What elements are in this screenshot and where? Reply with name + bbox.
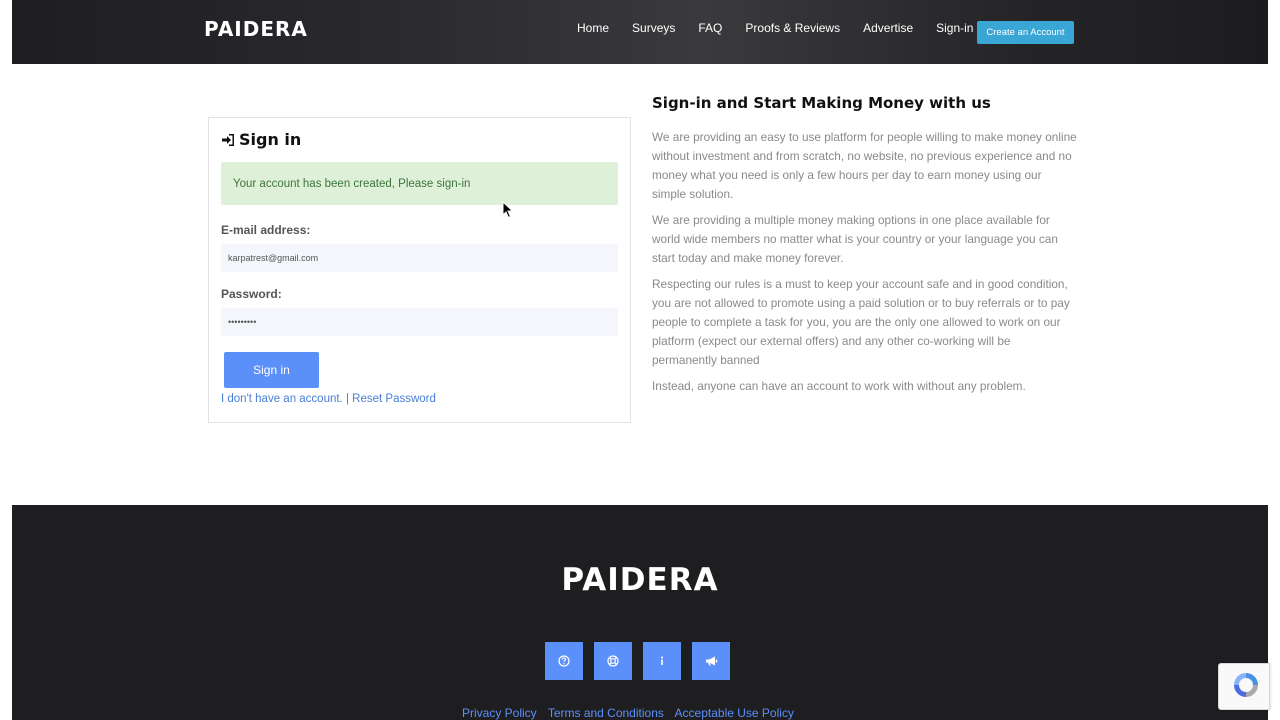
terms-link[interactable]: Terms and Conditions bbox=[548, 706, 664, 720]
mouse-cursor-icon bbox=[502, 201, 514, 219]
main-nav: Home Surveys FAQ Proofs & Reviews Advert… bbox=[577, 20, 996, 36]
info-paragraph: We are providing a multiple money making… bbox=[652, 213, 1058, 265]
link-separator: | bbox=[342, 393, 353, 405]
no-account-link[interactable]: I don't have an account. bbox=[221, 393, 343, 405]
nav-proofs-reviews[interactable]: Proofs & Reviews bbox=[745, 20, 840, 36]
info-paragraph: Respecting our rules is a must to keep y… bbox=[652, 277, 1070, 367]
signin-links: I don't have an account. | Reset Passwor… bbox=[221, 393, 436, 405]
email-label: E-mail address: bbox=[221, 223, 311, 237]
recaptcha-icon bbox=[1234, 673, 1258, 697]
info-paragraph: We are providing an easy to use platform… bbox=[652, 130, 1077, 201]
signin-button[interactable]: Sign in bbox=[224, 352, 319, 388]
success-alert: Your account has been created, Please si… bbox=[221, 162, 618, 205]
sign-in-icon bbox=[222, 133, 234, 146]
site-logo[interactable]: PAIDERA bbox=[204, 17, 308, 41]
nav-faq[interactable]: FAQ bbox=[698, 20, 722, 36]
info-section: Sign-in and Start Making Money with us W… bbox=[652, 92, 1077, 403]
nav-sign-in[interactable]: Sign-in bbox=[936, 20, 973, 36]
lifebuoy-icon[interactable] bbox=[594, 642, 632, 680]
top-navbar: PAIDERA Home Surveys FAQ Proofs & Review… bbox=[12, 0, 1268, 64]
question-icon[interactable] bbox=[545, 642, 583, 680]
nav-advertise[interactable]: Advertise bbox=[863, 20, 913, 36]
megaphone-icon[interactable] bbox=[692, 642, 730, 680]
email-field[interactable] bbox=[221, 244, 618, 272]
privacy-policy-link[interactable]: Privacy Policy bbox=[462, 706, 537, 720]
acceptable-use-link[interactable]: Acceptable Use Policy bbox=[675, 706, 794, 720]
info-heading: Sign-in and Start Making Money with us bbox=[652, 94, 991, 112]
nav-surveys[interactable]: Surveys bbox=[632, 20, 675, 36]
social-buttons bbox=[545, 642, 741, 680]
footer: PAIDERA Privacy Policy Terms and Conditi… bbox=[12, 505, 1268, 720]
info-paragraph: Instead, anyone can have an account to w… bbox=[652, 379, 1026, 393]
info-icon[interactable] bbox=[643, 642, 681, 680]
reset-password-link[interactable]: Reset Password bbox=[352, 393, 436, 405]
footer-logo: PAIDERA bbox=[561, 562, 719, 598]
signin-title: Sign in bbox=[221, 130, 301, 149]
footer-links: Privacy Policy Terms and Conditions Acce… bbox=[462, 706, 802, 720]
signin-title-text: Sign in bbox=[239, 130, 302, 149]
password-field[interactable] bbox=[221, 308, 618, 336]
signin-card: Sign in Your account has been created, P… bbox=[208, 117, 631, 423]
password-label: Password: bbox=[221, 287, 282, 301]
nav-home[interactable]: Home bbox=[577, 20, 609, 36]
recaptcha-badge[interactable] bbox=[1218, 663, 1270, 710]
create-account-button[interactable]: Create an Account bbox=[977, 21, 1074, 44]
